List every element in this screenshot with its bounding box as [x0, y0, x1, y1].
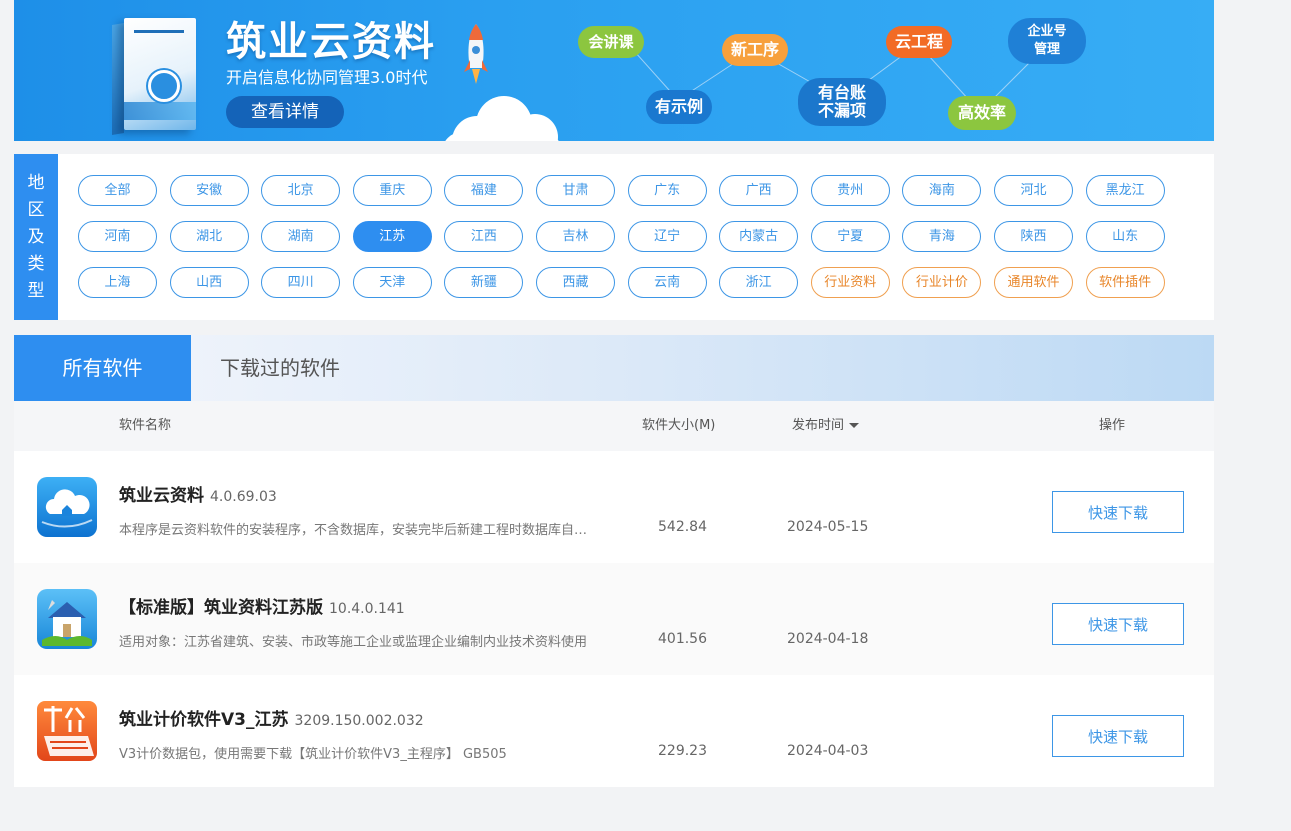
type-chip[interactable]: 软件插件	[1085, 267, 1165, 298]
region-chip[interactable]: 云南	[627, 267, 707, 298]
region-chip[interactable]: 四川	[261, 267, 341, 298]
quick-download-button[interactable]: 快速下载	[1052, 491, 1184, 533]
software-size: 542.84	[658, 519, 707, 535]
software-desc: 适用对象：江苏省建筑、安装、市政等施工企业或监理企业编制内业技术资料使用	[119, 635, 588, 650]
filter-label-char: 区	[27, 199, 45, 220]
promo-banner: 筑业云资料 开启信息化协同管理3.0时代 查看详情 会讲课 新工序 云工程 企业…	[14, 0, 1214, 141]
region-chip[interactable]: 天津	[352, 267, 432, 298]
region-chip[interactable]: 福建	[444, 175, 524, 206]
software-date: 2024-04-03	[787, 743, 869, 759]
box-logo-icon	[148, 70, 180, 102]
software-date: 2024-04-18	[787, 631, 869, 647]
quick-download-button[interactable]: 快速下载	[1052, 603, 1184, 645]
software-date: 2024-05-15	[787, 519, 869, 535]
software-tabs: 所有软件 下载过的软件	[14, 335, 1214, 401]
cloud-tag-examples: 有示例	[646, 90, 712, 124]
table-row: 筑业计价软件V3_江苏 3209.150.002.032 V3计价数据包，使用需要…	[14, 675, 1214, 787]
software-version: 10.4.0.141	[329, 601, 405, 617]
header-date[interactable]: 发布时间	[792, 401, 860, 451]
filter-label-char: 及	[27, 226, 45, 247]
region-chip[interactable]: 广西	[719, 175, 799, 206]
region-chip[interactable]: 安徽	[169, 175, 249, 206]
software-box-image	[110, 18, 200, 136]
region-chip[interactable]: 甘肃	[536, 175, 615, 206]
region-chip[interactable]: 陕西	[994, 221, 1073, 252]
region-chip[interactable]: 重庆	[352, 175, 432, 206]
region-chip[interactable]: 西藏	[536, 267, 615, 298]
banner-title: 筑业云资料	[226, 19, 436, 65]
region-chip[interactable]: 广东	[627, 175, 707, 206]
software-name-text: 筑业云资料	[119, 486, 204, 506]
table-row: 筑业云资料 4.0.69.03 本程序是云资料软件的安装程序，不含数据库，安装完毕…	[14, 451, 1214, 563]
type-chip[interactable]: 行业计价	[902, 267, 982, 298]
cloud-tag-efficiency: 高效率	[948, 96, 1016, 130]
region-chip[interactable]: 吉林	[536, 221, 615, 252]
region-chip[interactable]: 浙江	[719, 267, 799, 298]
cloud-tag-process: 新工序	[722, 34, 788, 66]
software-version: 4.0.69.03	[210, 489, 277, 505]
cloud-house-icon	[37, 477, 97, 537]
region-chip[interactable]: 海南	[902, 175, 982, 206]
rocket-icon	[464, 24, 488, 84]
cloud-tag-enterprise-text: 企业号管理	[1027, 24, 1067, 57]
cloud-tag-ledger-text: 有台账不漏项	[817, 83, 866, 120]
cloud-tag-cloud-project: 云工程	[886, 26, 952, 58]
sort-caret-icon	[849, 423, 860, 428]
header-size: 软件大小(M)	[642, 418, 716, 433]
type-chip[interactable]: 通用软件	[994, 267, 1073, 298]
type-chip[interactable]: 行业资料	[810, 267, 890, 298]
cloud-decoration	[442, 92, 562, 141]
region-chip[interactable]: 江苏	[352, 221, 432, 252]
region-chip[interactable]: 山西	[169, 267, 249, 298]
region-chip[interactable]: 宁夏	[810, 221, 890, 252]
table-row: 【标准版】筑业资料江苏版 10.4.0.141 适用对象：江苏省建筑、安装、市政等…	[14, 563, 1214, 675]
software-name[interactable]: 【标准版】筑业资料江苏版 10.4.0.141	[119, 593, 405, 618]
software-desc: V3计价数据包，使用需要下载【筑业计价软件V3_主程序】 GB505	[119, 747, 507, 762]
filter-label-char: 地	[27, 172, 45, 193]
region-chip[interactable]: 北京	[261, 175, 341, 206]
region-chip[interactable]: 湖南	[261, 221, 341, 252]
filter-label-char: 型	[27, 280, 45, 301]
region-chip[interactable]: 上海	[78, 267, 157, 298]
cloud-tag-ledger: 有台账不漏项	[798, 78, 886, 126]
region-chip[interactable]: 河南	[78, 221, 157, 252]
header-name: 软件名称	[119, 418, 172, 433]
cloud-tag-lecture: 会讲课	[578, 26, 644, 58]
software-size: 401.56	[658, 631, 707, 647]
region-chip[interactable]: 青海	[902, 221, 982, 252]
tab-downloaded-software[interactable]: 下载过的软件	[220, 335, 340, 401]
software-name-text: 筑业计价软件V3_江苏	[119, 710, 289, 730]
region-chip[interactable]: 内蒙古	[719, 221, 799, 252]
software-desc: 本程序是云资料软件的安装程序，不含数据库，安装完毕后新建工程时数据库自动下载	[119, 523, 589, 538]
software-size: 229.23	[658, 743, 707, 759]
house-icon	[37, 589, 97, 649]
region-chip[interactable]: 山东	[1085, 221, 1165, 252]
banner-subtitle: 开启信息化协同管理3.0时代	[226, 68, 428, 87]
filter-label-char: 类	[27, 253, 45, 274]
region-chip[interactable]: 辽宁	[627, 221, 707, 252]
filter-label: 地 区 及 类 型	[14, 154, 58, 320]
region-chip[interactable]: 新疆	[444, 267, 524, 298]
header-date-label: 发布时间	[792, 418, 845, 433]
cloud-tag-enterprise: 企业号管理	[1008, 18, 1086, 64]
quick-download-button[interactable]: 快速下载	[1052, 715, 1184, 757]
software-name-text: 【标准版】筑业资料江苏版	[119, 598, 323, 618]
region-chip[interactable]: 河北	[994, 175, 1073, 206]
region-chip[interactable]: 黑龙江	[1085, 175, 1165, 206]
software-version: 3209.150.002.032	[294, 713, 424, 729]
region-chip[interactable]: 全部	[78, 175, 157, 206]
header-action: 操作	[1099, 418, 1126, 433]
region-chip[interactable]: 江西	[444, 221, 524, 252]
region-chip[interactable]: 贵州	[810, 175, 890, 206]
region-type-filter: 地 区 及 类 型 全部 安徽 北京 重庆 福建 甘肃 广东 广西 贵州 海南 河北 黑龙江河南 湖北湖…	[14, 154, 1214, 320]
pricing-icon	[37, 701, 97, 761]
region-chip[interactable]: 湖北	[169, 221, 249, 252]
tab-all-software[interactable]: 所有软件	[14, 335, 191, 401]
view-details-button[interactable]: 查看详情	[226, 96, 344, 128]
software-name[interactable]: 筑业计价软件V3_江苏 3209.150.002.032	[119, 705, 424, 730]
table-header: 软件名称 软件大小(M) 发布时间 操作	[14, 401, 1214, 451]
software-name[interactable]: 筑业云资料 4.0.69.03	[119, 481, 277, 506]
